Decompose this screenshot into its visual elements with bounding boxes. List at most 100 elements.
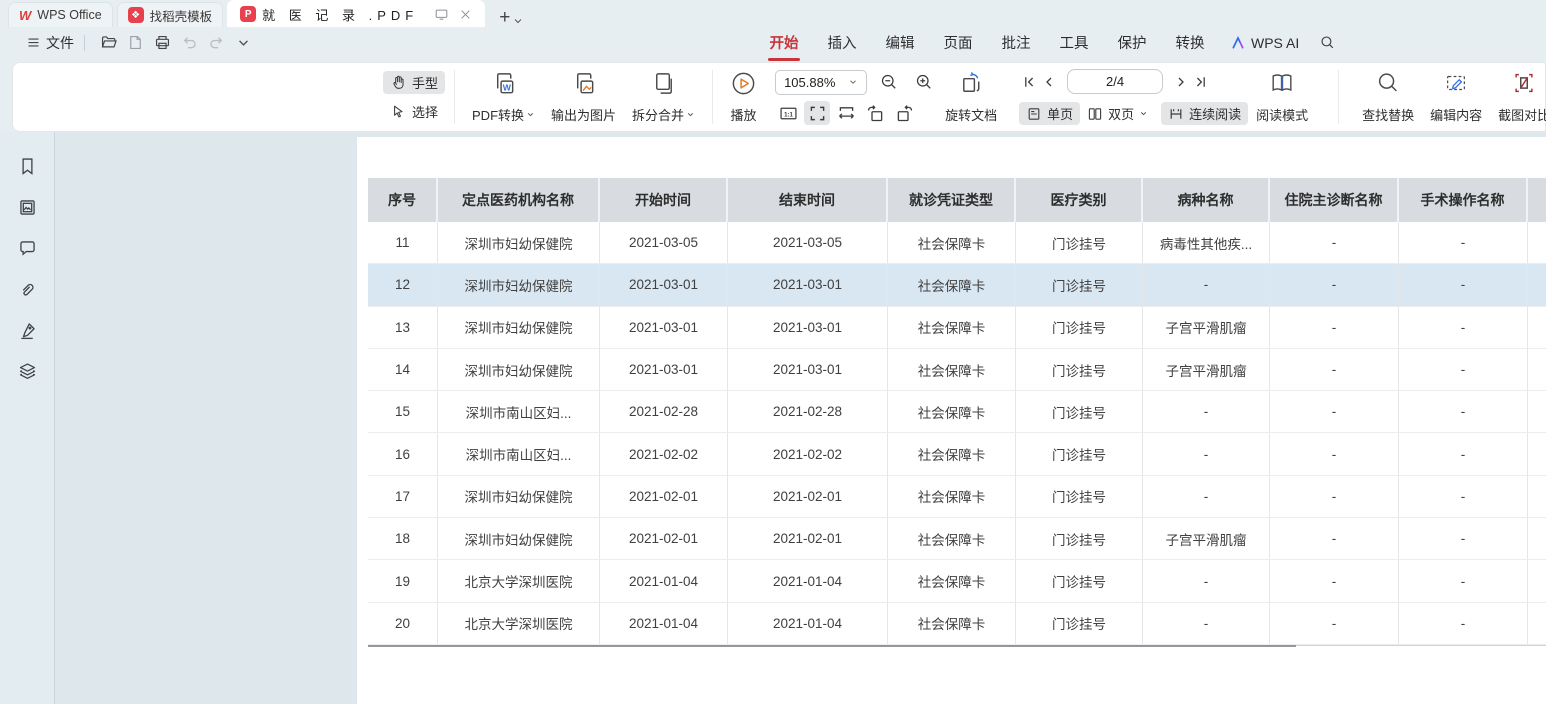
wps-logo-icon: W <box>19 8 31 23</box>
zoom-in-icon[interactable] <box>911 69 937 95</box>
tab-list-chevron-icon[interactable] <box>512 15 524 27</box>
divider <box>712 70 713 124</box>
hand-icon <box>390 74 407 91</box>
ribbon-tab-edit[interactable]: 编辑 <box>886 27 915 58</box>
table-row: 11深圳市妇幼保健院2021-03-052021-03-05社会保障卡门诊挂号病… <box>368 222 1546 264</box>
single-page-label: 单页 <box>1047 104 1073 123</box>
table-cell: - <box>1270 560 1399 601</box>
rotate-document-button[interactable]: 旋转文档 <box>937 69 1005 125</box>
signature-panel-icon[interactable] <box>17 320 38 341</box>
previous-page-icon[interactable] <box>1039 72 1059 92</box>
play-button[interactable]: 播放 <box>722 69 765 125</box>
ribbon-tab-tools[interactable]: 工具 <box>1060 27 1089 58</box>
table-cell: - <box>1399 391 1528 432</box>
table-row: 16深圳市南山区妇...2021-02-022021-02-02社会保障卡门诊挂… <box>368 433 1546 475</box>
wps-ai-button[interactable]: WPS AI <box>1231 35 1299 51</box>
table-cell: 2021-02-01 <box>600 518 728 559</box>
actual-size-button[interactable]: 1:1 <box>775 101 801 125</box>
table-cell: 门诊挂号 <box>1016 476 1143 517</box>
more-actions-chevron-icon[interactable] <box>234 33 253 52</box>
table-cell: 门诊挂号 <box>1016 264 1143 305</box>
file-menu-button[interactable]: 文件 <box>26 33 74 53</box>
table-cell: 深圳市妇幼保健院 <box>438 518 600 559</box>
new-tab-button[interactable]: + <box>499 8 510 27</box>
divider <box>1338 70 1339 124</box>
table-cell: 社会保障卡 <box>888 603 1016 644</box>
table-cell: 2021-03-01 <box>600 264 728 305</box>
double-page-button[interactable]: 双页 <box>1080 102 1155 125</box>
table-cell: - <box>1270 349 1399 390</box>
table-row: 18深圳市妇幼保健院2021-02-012021-02-01社会保障卡门诊挂号子… <box>368 518 1546 560</box>
attachments-panel-icon[interactable] <box>17 279 38 300</box>
table-cell: 2021-03-05 <box>600 222 728 263</box>
tab-wps-office[interactable]: W WPS Office <box>8 2 113 27</box>
open-folder-icon[interactable] <box>99 33 118 52</box>
first-page-icon[interactable] <box>1019 72 1039 92</box>
bookmarks-panel-icon[interactable] <box>17 156 38 177</box>
ribbon-tab-page[interactable]: 页面 <box>944 27 973 58</box>
table-cell: 门诊挂号 <box>1016 433 1143 474</box>
read-mode-button[interactable]: 阅读模式 <box>1248 69 1316 125</box>
pdf-file-icon: P <box>240 6 256 22</box>
ribbon-tab-convert[interactable]: 转换 <box>1176 27 1205 58</box>
screenshot-compare-icon <box>1511 70 1537 96</box>
tab-docer-templates[interactable]: ❖ 找稻壳模板 <box>117 2 224 27</box>
table-row: 14深圳市妇幼保健院2021-03-012021-03-01社会保障卡门诊挂号子… <box>368 349 1546 391</box>
hamburger-icon <box>26 35 41 50</box>
hand-tool-button[interactable]: 手型 <box>383 71 445 94</box>
layers-panel-icon[interactable] <box>17 361 38 382</box>
fit-width-button[interactable] <box>833 101 859 125</box>
document-workspace: 序号定点医药机构名称开始时间结束时间就诊凭证类型医疗类别病种名称住院主诊断名称手… <box>0 132 1546 704</box>
comments-panel-icon[interactable] <box>17 238 38 259</box>
ribbon-tab-home[interactable]: 开始 <box>770 27 799 58</box>
table-cell: 深圳市妇幼保健院 <box>438 476 600 517</box>
book-open-icon <box>1269 70 1295 96</box>
continuous-reading-button[interactable]: 连续阅读 <box>1161 102 1248 125</box>
find-replace-button[interactable]: 查找替换 <box>1354 69 1422 125</box>
table-cell: 2021-02-28 <box>600 391 728 432</box>
table-cell: 病毒性其他疾... <box>1143 222 1270 263</box>
ribbon-tab-insert[interactable]: 插入 <box>828 27 857 58</box>
pdf-convert-button[interactable]: W PDF转换 <box>464 69 543 125</box>
redo-icon[interactable] <box>207 33 226 52</box>
single-page-button[interactable]: 单页 <box>1019 102 1080 125</box>
thumbnails-panel-icon[interactable] <box>17 197 38 218</box>
export-image-button[interactable]: 输出为图片 <box>543 69 624 125</box>
pdf-convert-label: PDF转换 <box>472 105 524 124</box>
table-cell: 2021-02-01 <box>728 518 888 559</box>
zoom-level-dropdown[interactable]: 105.88% <box>775 70 867 95</box>
last-page-icon[interactable] <box>1191 72 1211 92</box>
table-cell: - <box>1399 307 1528 348</box>
table-cell: 2021-02-02 <box>728 433 888 474</box>
ribbon-tab-comment[interactable]: 批注 <box>1002 27 1031 58</box>
table-cell: 2021-03-01 <box>728 264 888 305</box>
screenshot-compare-button[interactable]: 截图对比 <box>1490 69 1546 125</box>
read-mode-label: 阅读模式 <box>1256 105 1308 124</box>
next-page-icon[interactable] <box>1171 72 1191 92</box>
split-merge-button[interactable]: 拆分合并 <box>624 69 703 125</box>
medical-records-table: 序号定点医药机构名称开始时间结束时间就诊凭证类型医疗类别病种名称住院主诊断名称手… <box>368 178 1546 647</box>
rotate-left-button[interactable] <box>862 101 888 125</box>
zoom-out-icon[interactable] <box>876 69 902 95</box>
screen-share-icon[interactable] <box>434 7 449 22</box>
save-icon[interactable] <box>126 33 145 52</box>
ribbon-tab-protect[interactable]: 保护 <box>1118 27 1147 58</box>
menu-bar: 文件 开始 插入 编辑 页面 批注 工具 保护 转换 WPS AI <box>0 27 1546 58</box>
menu-search-icon[interactable] <box>1319 34 1336 51</box>
print-icon[interactable] <box>153 33 172 52</box>
rotate-right-button[interactable] <box>891 101 917 125</box>
undo-icon[interactable] <box>180 33 199 52</box>
select-tool-button[interactable]: 选择 <box>383 100 445 123</box>
fit-page-button[interactable] <box>804 101 830 125</box>
table-stub-cell <box>1528 178 1546 222</box>
edit-content-button[interactable]: 编辑内容 <box>1422 69 1490 125</box>
table-cell: - <box>1399 433 1528 474</box>
column-header: 病种名称 <box>1143 178 1270 222</box>
table-cell: 2021-02-02 <box>600 433 728 474</box>
table-stub-cell <box>1528 349 1546 390</box>
table-cell: 北京大学深圳医院 <box>438 603 600 644</box>
tab-document-pdf[interactable]: P 就 医 记 录 .PDF <box>227 0 485 27</box>
split-merge-label: 拆分合并 <box>632 105 684 124</box>
close-tab-icon[interactable] <box>459 8 472 21</box>
page-number-input[interactable] <box>1067 69 1163 94</box>
